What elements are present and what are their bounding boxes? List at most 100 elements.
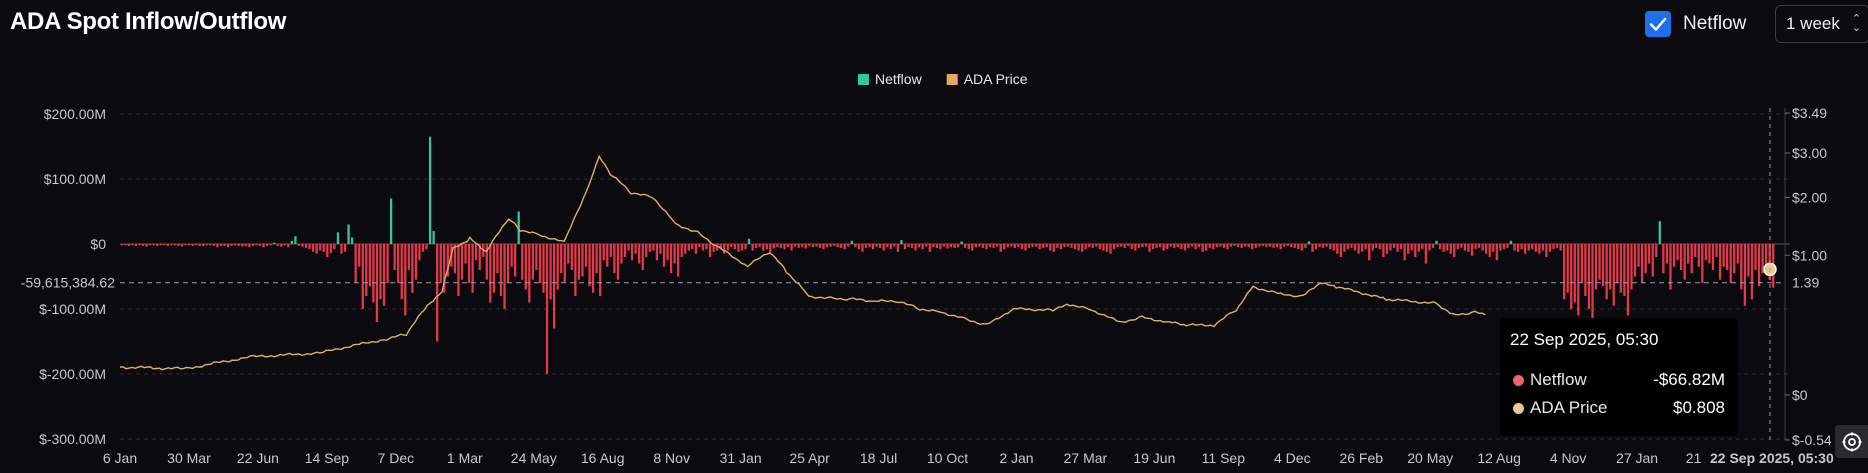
- y-left-tick: $0: [90, 236, 106, 252]
- netflow-bar: [563, 244, 566, 283]
- netflow-bar: [914, 244, 917, 251]
- netflow-bar: [163, 244, 166, 245]
- x-tick: 31 Jan: [720, 450, 762, 466]
- netflow-bar: [538, 244, 542, 283]
- netflow-bar: [382, 244, 386, 306]
- tooltip-price-value: $0.808: [1673, 398, 1725, 417]
- x-tick: 22 Jun: [237, 450, 279, 466]
- netflow-bar: [1056, 244, 1059, 248]
- x-tick: 25 Apr: [789, 450, 830, 466]
- netflow-bar: [368, 244, 371, 287]
- netflow-bar: [414, 244, 418, 280]
- netflow-bar: [372, 244, 375, 303]
- y-right-tick: $3.00: [1792, 145, 1827, 161]
- netflow-bar: [1187, 244, 1190, 248]
- netflow-bar: [1304, 244, 1307, 248]
- x-tick: 18 Jul: [860, 450, 897, 466]
- netflow-bar: [981, 244, 985, 248]
- legend-label: ADA Price: [964, 71, 1028, 87]
- netflow-bar: [329, 244, 332, 254]
- netflow-bar: [1584, 244, 1587, 296]
- x-tick: 16 Aug: [581, 450, 625, 466]
- netflow-bar: [1531, 244, 1534, 250]
- netflow-bar: [1587, 244, 1591, 309]
- y-left-tick: $200.00M: [44, 106, 106, 122]
- netflow-bar: [1098, 244, 1102, 250]
- netflow-bar: [166, 244, 169, 246]
- netflow-bar: [1648, 244, 1651, 264]
- x-tick: 1 Mar: [447, 450, 483, 466]
- netflow-bar: [1704, 244, 1708, 261]
- netflow-bar: [581, 244, 584, 277]
- netflow-bar: [708, 244, 712, 257]
- netflow-bar: [1676, 244, 1679, 261]
- netflow-bar: [1070, 244, 1073, 248]
- netflow-bar: [304, 244, 308, 248]
- chart-settings-button[interactable]: [1835, 425, 1868, 458]
- netflow-bar: [574, 244, 577, 296]
- netflow-bar: [1527, 244, 1530, 251]
- netflow-bar: [180, 244, 184, 247]
- y-right-tick: $-0.54: [1792, 432, 1832, 448]
- netflow-bar: [847, 244, 850, 247]
- netflow-bar: [120, 244, 123, 246]
- netflow-bar: [1169, 244, 1172, 247]
- netflow-bar: [1049, 244, 1052, 251]
- netflow-bar: [389, 198, 393, 244]
- netflow-bar: [148, 244, 152, 246]
- x-tick: 30 Mar: [167, 450, 211, 466]
- netflow-bar: [1059, 244, 1063, 250]
- netflow-bar: [1183, 244, 1187, 251]
- netflow-bar: [1616, 244, 1619, 283]
- netflow-bar: [1166, 244, 1169, 250]
- netflow-bar: [1190, 244, 1194, 247]
- netflow-bar: [1357, 244, 1360, 254]
- netflow-bar: [871, 244, 875, 250]
- netflow-bar: [1095, 244, 1098, 247]
- netflow-bar: [769, 244, 772, 254]
- netflow-bar: [1368, 244, 1371, 261]
- netflow-bar: [918, 244, 921, 248]
- netflow-bar: [868, 244, 871, 248]
- netflow-bar: [1524, 244, 1527, 254]
- netflow-bar: [1219, 244, 1222, 247]
- netflow-bar: [195, 244, 198, 246]
- netflow-bar: [1733, 244, 1736, 274]
- netflow-bar: [1474, 244, 1477, 250]
- netflow-bar: [1555, 244, 1559, 248]
- netflow-bar: [1754, 244, 1757, 270]
- netflow-bar: [1201, 244, 1204, 252]
- netflow-bar: [1006, 244, 1009, 248]
- netflow-bar: [1492, 244, 1495, 252]
- netflow-bar: [687, 244, 690, 251]
- netflow-bar: [733, 244, 737, 250]
- netflow-bar: [992, 244, 995, 248]
- netflow-bar: [421, 244, 425, 252]
- netflow-bar: [1516, 244, 1520, 252]
- netflow-bar: [1612, 244, 1615, 306]
- netflow-bar: [347, 224, 350, 244]
- netflow-bar: [1162, 244, 1165, 251]
- netflow-bar: [1137, 244, 1141, 248]
- netflow-bar: [655, 244, 659, 261]
- netflow-bar: [946, 244, 949, 249]
- netflow-bar: [935, 244, 939, 248]
- netflow-bar: [138, 244, 141, 246]
- netflow-bar: [1687, 244, 1690, 264]
- netflow-bar: [1715, 244, 1718, 257]
- netflow-bar: [1552, 244, 1555, 250]
- netflow-bar: [326, 244, 329, 257]
- netflow-bar: [397, 244, 400, 283]
- netflow-bar: [145, 244, 148, 247]
- netflow-bar: [811, 244, 814, 248]
- netflow-bar: [1116, 244, 1119, 248]
- netflow-bar: [641, 244, 644, 270]
- netflow-bar: [1261, 244, 1265, 246]
- netflow-bar: [949, 244, 953, 248]
- netflow-bar: [620, 244, 623, 264]
- x-tick: 20 May: [1407, 450, 1453, 466]
- netflow-bar: [510, 244, 513, 267]
- netflow-bar: [191, 244, 194, 246]
- netflow-bar: [1382, 244, 1385, 257]
- netflow-bar: [801, 244, 804, 248]
